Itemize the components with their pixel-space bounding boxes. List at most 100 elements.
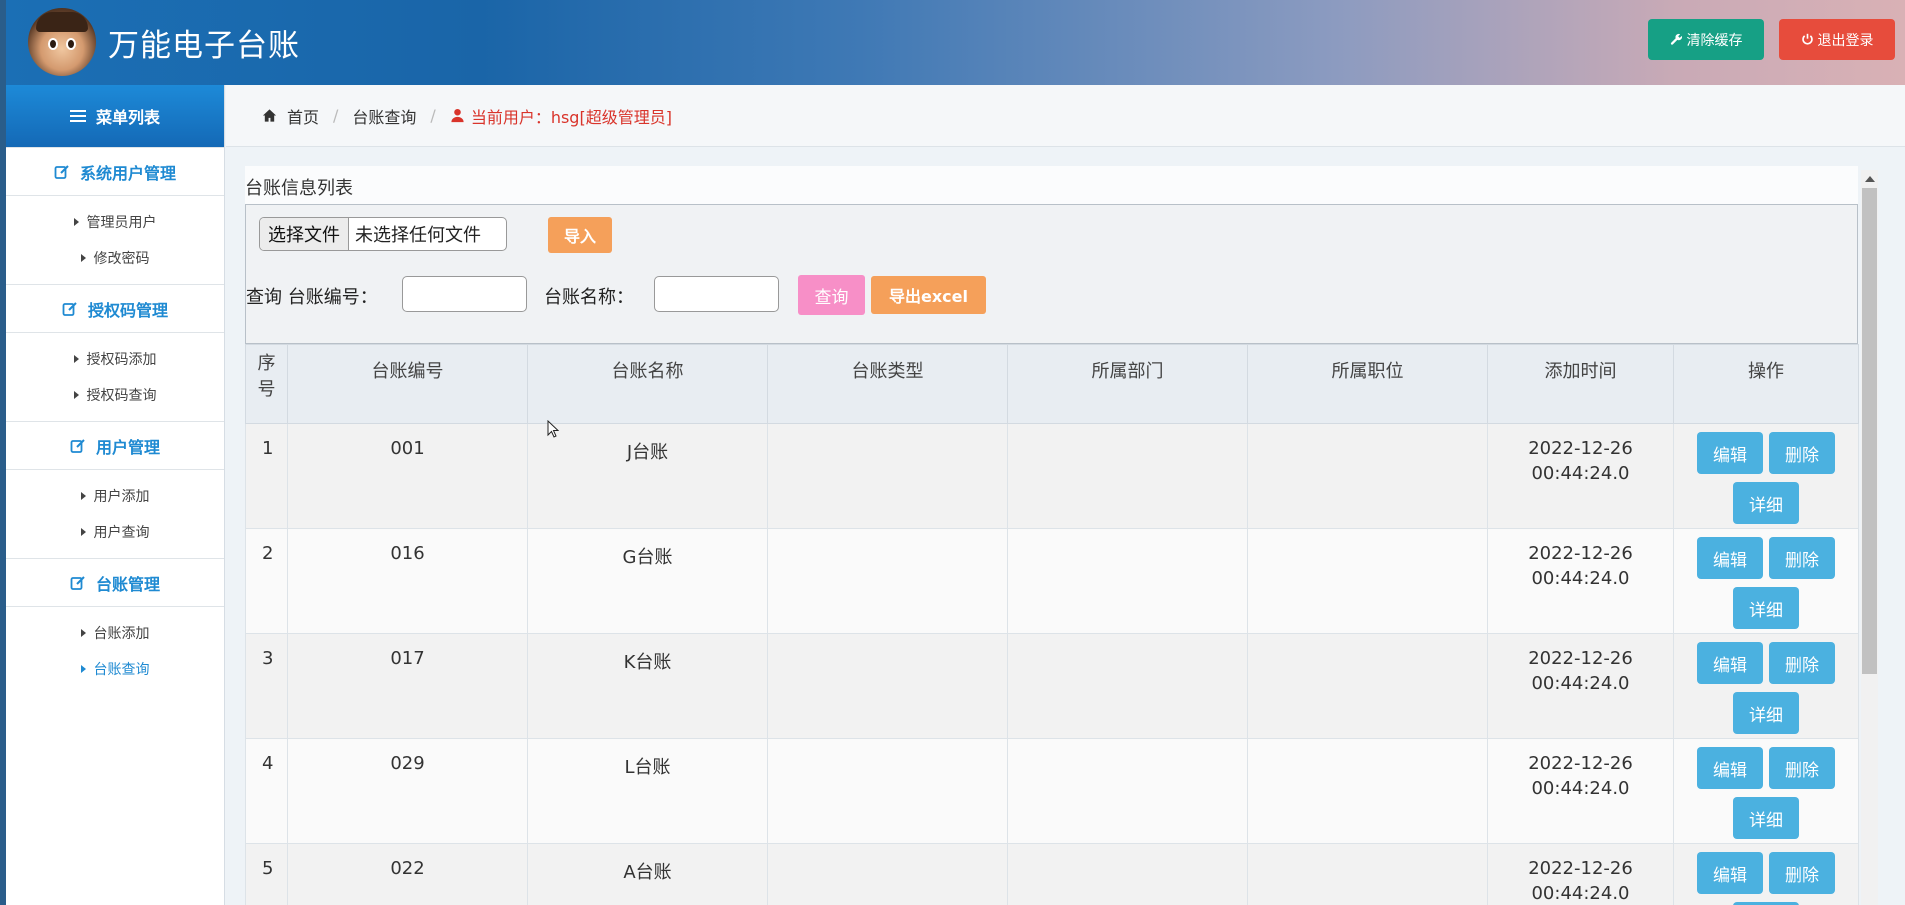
cell-index: 4 [245,738,288,844]
sidebar-item-user-query[interactable]: 用户查询 [6,514,224,550]
cell-type [767,633,1008,739]
home-icon [262,109,277,122]
cell-type [767,738,1008,844]
cell-clock-text: 00:44:24.0 [1531,568,1630,589]
col-header-actions: 操作 [1673,344,1859,424]
cell-position [1247,633,1488,739]
export-excel-button[interactable]: 导出excel [871,276,986,314]
table-row: 3 017 K台账 2022-12-26 00:44:24.0 编辑 删除 详细 [245,633,1859,739]
table-row: 4 029 L台账 2022-12-26 00:44:24.0 编辑 删除 详细 [245,738,1859,844]
cell-date-text: 2022-12-26 [1528,438,1633,459]
sidebar-item-auth-add[interactable]: 授权码添加 [6,341,224,377]
edit-icon [70,575,85,590]
ledger-name-label: 台账名称： [544,287,634,308]
sidebar-group-system-users[interactable]: 系统用户管理 [6,147,224,196]
cell-clock-text: 00:44:24.0 [1531,673,1630,694]
choose-file-button[interactable]: 选择文件 [260,218,349,250]
breadcrumb-home[interactable]: 首页 [287,104,319,128]
cell-name: A台账 [527,843,768,905]
sidebar-group-auth-codes[interactable]: 授权码管理 [6,284,224,333]
clear-cache-button[interactable]: 清除缓存 [1648,19,1764,60]
cell-clock-text: 00:44:24.0 [1531,883,1630,904]
file-input[interactable]: 选择文件 未选择任何文件 [259,217,507,251]
edit-button[interactable]: 编辑 [1697,747,1763,789]
cell-dept [1007,738,1248,844]
edit-button[interactable]: 编辑 [1697,432,1763,474]
sidebar-group-users[interactable]: 用户管理 [6,421,224,470]
detail-button[interactable]: 详细 [1733,587,1799,629]
delete-button[interactable]: 删除 [1769,432,1835,474]
sidebar-item-auth-query[interactable]: 授权码查询 [6,377,224,413]
breadcrumb-current[interactable]: 台账查询 [352,104,416,128]
caret-right-icon [73,391,79,399]
ledger-table: 序号 台账编号 台账名称 台账类型 所属部门 所属职位 添加时间 操作 1 00… [245,344,1859,905]
detail-button[interactable]: 详细 [1733,692,1799,734]
menu-title: 菜单列表 [95,108,160,127]
sidebar-group-label: 用户管理 [95,437,160,457]
col-header-index: 序号 [245,344,288,424]
cell-position [1247,528,1488,634]
sidebar-group-label: 台账管理 [95,574,160,594]
scroll-up-arrow-icon[interactable] [1861,170,1878,187]
sidebar-group-label: 系统用户管理 [79,163,176,183]
col-header-time: 添加时间 [1487,344,1674,424]
sidebar-group-ledger[interactable]: 台账管理 [6,558,224,607]
sidebar-item-ledger-add[interactable]: 台账添加 [6,615,224,651]
power-icon [1801,33,1813,45]
sidebar-item-label: 授权码添加 [86,352,157,368]
edit-button[interactable]: 编辑 [1697,642,1763,684]
delete-button[interactable]: 删除 [1769,537,1835,579]
sidebar-item-label: 用户查询 [93,525,150,541]
cell-time: 2022-12-26 00:44:24.0 [1487,423,1674,529]
table-row: 5 022 A台账 2022-12-26 00:44:24.0 编辑 删除 详细 [245,843,1859,905]
cell-clock-text: 00:44:24.0 [1531,463,1630,484]
query-code-label: 查询 台账编号： [246,287,378,308]
import-button[interactable]: 导入 [548,217,612,253]
scrollbar-thumb[interactable] [1862,188,1877,674]
sidebar-item-label: 台账添加 [93,626,150,642]
top-header: 万能电子台账 清除缓存 退出登录 [0,0,1905,85]
sidebar-item-label: 授权码查询 [86,388,157,404]
sidebar-item-admin-users[interactable]: 管理员用户 [6,204,224,240]
delete-button[interactable]: 删除 [1769,747,1835,789]
cell-actions: 编辑 删除 详细 [1673,738,1859,844]
col-header-dept: 所属部门 [1007,344,1248,424]
file-status: 未选择任何文件 [355,225,481,246]
cell-dept [1007,633,1248,739]
sidebar-item-ledger-query[interactable]: 台账查询 [6,651,224,687]
ledger-name-input[interactable] [654,276,779,312]
sidebar-item-label: 用户添加 [93,489,150,505]
sidebar-item-user-add[interactable]: 用户添加 [6,478,224,514]
delete-button[interactable]: 删除 [1769,642,1835,684]
logout-button[interactable]: 退出登录 [1779,19,1895,60]
cell-type [767,528,1008,634]
cell-time: 2022-12-26 00:44:24.0 [1487,528,1674,634]
cell-name: K台账 [527,633,768,739]
cell-index: 2 [245,528,288,634]
cell-clock-text: 00:44:24.0 [1531,778,1630,799]
sidebar-item-label: 管理员用户 [86,215,157,231]
cell-name: G台账 [527,528,768,634]
current-user: 当前用户：hsg[超级管理员] [450,104,672,128]
query-button[interactable]: 查询 [798,275,865,315]
edit-button[interactable]: 编辑 [1697,537,1763,579]
panel-title: 台账信息列表 [245,178,353,199]
delete-button[interactable]: 删除 [1769,852,1835,894]
caret-right-icon [73,355,79,363]
cell-index: 5 [245,843,288,905]
cell-actions: 编辑 删除 详细 [1673,843,1859,905]
caret-right-icon [80,528,86,536]
cell-code: 022 [287,843,528,905]
breadcrumb-separator: / [333,106,339,125]
cell-date-text: 2022-12-26 [1528,858,1633,879]
sidebar: 菜单列表 系统用户管理 管理员用户 修改密码 授权码管理 授权码添加 授权码查询… [0,85,225,905]
cell-actions: 编辑 删除 详细 [1673,423,1859,529]
ledger-code-input[interactable] [402,276,527,312]
detail-button[interactable]: 详细 [1733,797,1799,839]
edit-button[interactable]: 编辑 [1697,852,1763,894]
detail-button[interactable]: 详细 [1733,482,1799,524]
cell-code: 017 [287,633,528,739]
col-header-type: 台账类型 [767,344,1008,424]
sidebar-item-change-password[interactable]: 修改密码 [6,240,224,276]
app-title: 万能电子台账 [108,28,300,64]
